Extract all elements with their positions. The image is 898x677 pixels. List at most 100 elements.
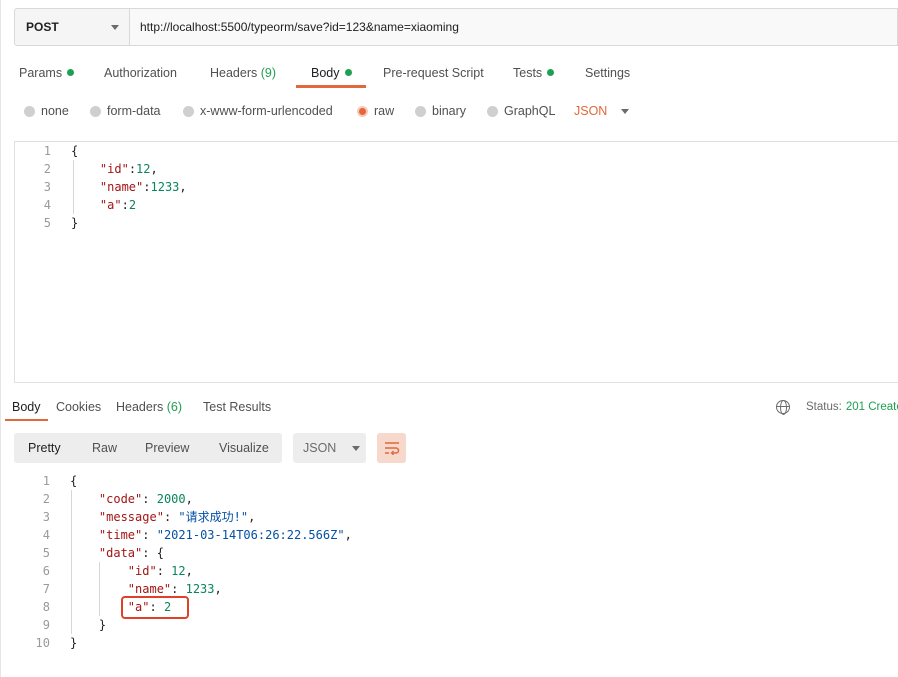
code-token: , bbox=[185, 492, 193, 506]
json-number: 1233 bbox=[185, 582, 215, 596]
response-status: Status: 201 Created bbox=[776, 398, 898, 416]
radio-none[interactable]: none bbox=[24, 100, 69, 122]
tab-label: Authorization bbox=[104, 66, 177, 80]
json-string: "2021-03-14T06:26:22.566Z" bbox=[156, 528, 345, 542]
json-key: "time" bbox=[98, 528, 143, 542]
view-pretty[interactable]: Pretty bbox=[28, 433, 61, 463]
json-key: "data" bbox=[98, 546, 143, 560]
tab-response-body[interactable]: Body bbox=[12, 395, 41, 421]
tab-authorization[interactable]: Authorization bbox=[104, 58, 177, 90]
code-line: } bbox=[70, 634, 77, 652]
view-visualize[interactable]: Visualize bbox=[219, 433, 269, 463]
tab-label: Pre-request Script bbox=[383, 66, 484, 80]
line-number: 1 bbox=[42, 474, 50, 488]
code-token: , bbox=[344, 528, 352, 542]
tab-params[interactable]: Params bbox=[19, 58, 75, 90]
url-input[interactable]: http://localhost:5500/typeorm/save?id=12… bbox=[130, 9, 897, 45]
radio-form-data[interactable]: form-data bbox=[90, 100, 161, 122]
radio-icon bbox=[183, 105, 194, 117]
json-number: 12 bbox=[171, 564, 186, 578]
status-dot-icon bbox=[67, 69, 75, 76]
request-body-editor[interactable]: 1{2 "id":12, 3 "name":1233, 4 "a":2 5} bbox=[14, 141, 898, 383]
radio-raw[interactable]: raw bbox=[357, 100, 394, 122]
body-format-select[interactable]: JSON bbox=[574, 100, 630, 122]
radio-graphql[interactable]: GraphQL bbox=[487, 100, 555, 122]
code-line: } bbox=[71, 214, 78, 232]
response-tabs: Body Cookies Headers (6) Test Results bbox=[0, 395, 898, 421]
tab-label: Headers bbox=[116, 400, 164, 414]
code-token: : bbox=[171, 582, 186, 596]
code-line: "a":2 bbox=[71, 196, 136, 214]
annotation-highlight-box bbox=[121, 596, 189, 619]
line-number: 7 bbox=[42, 582, 50, 596]
tab-response-headers[interactable]: Headers (6) bbox=[116, 395, 182, 421]
code-line: "message": "请求成功!", bbox=[70, 508, 255, 526]
tab-label: Params bbox=[19, 66, 63, 80]
json-key: "a" bbox=[99, 198, 122, 212]
tab-settings[interactable]: Settings bbox=[585, 58, 630, 90]
radio-icon bbox=[90, 105, 101, 117]
json-number: 12 bbox=[136, 162, 151, 176]
code-token: { bbox=[71, 144, 79, 158]
tab-count: (9) bbox=[260, 66, 277, 80]
code-token: , bbox=[185, 564, 193, 578]
tab-count: (6) bbox=[166, 400, 183, 414]
response-view-modes: Pretty Raw Preview Visualize bbox=[14, 433, 282, 463]
tab-label: Test Results bbox=[203, 400, 272, 414]
json-key: "name" bbox=[99, 180, 144, 194]
format-label: JSON bbox=[574, 104, 608, 118]
json-key: "id" bbox=[99, 162, 129, 176]
tab-test-results[interactable]: Test Results bbox=[203, 395, 271, 421]
line-number: 2 bbox=[42, 492, 50, 506]
view-raw[interactable]: Raw bbox=[92, 433, 117, 463]
code-token: : bbox=[163, 510, 179, 524]
tab-cookies[interactable]: Cookies bbox=[56, 395, 101, 421]
line-number: 6 bbox=[42, 564, 50, 578]
code-token: : bbox=[142, 528, 157, 542]
code-token: , bbox=[150, 162, 158, 176]
tab-tests[interactable]: Tests bbox=[513, 58, 555, 90]
code-token: } bbox=[98, 618, 107, 632]
code-line: "id": 12, bbox=[70, 562, 193, 580]
code-line: "name":1233, bbox=[71, 178, 187, 196]
json-key: "message" bbox=[98, 510, 164, 524]
tab-headers[interactable]: Headers (9) bbox=[210, 58, 276, 90]
json-key: "name" bbox=[127, 582, 172, 596]
tab-label: Body bbox=[311, 66, 340, 80]
view-preview[interactable]: Preview bbox=[145, 433, 189, 463]
wrap-lines-icon bbox=[384, 442, 399, 455]
status-value: 201 Created bbox=[845, 401, 898, 413]
radio-x-www-form-urlencoded[interactable]: x-www-form-urlencoded bbox=[183, 100, 333, 122]
wrap-lines-button[interactable] bbox=[377, 433, 406, 463]
tab-pre-request-script[interactable]: Pre-request Script bbox=[383, 58, 484, 90]
json-number: 2000 bbox=[156, 492, 186, 506]
code-token: : bbox=[121, 198, 129, 212]
radio-label: binary bbox=[432, 104, 467, 118]
line-number: 10 bbox=[35, 636, 50, 650]
request-tabs: Params Authorization Headers (9) Body Pr… bbox=[0, 58, 898, 90]
response-format-select[interactable]: JSON bbox=[293, 433, 366, 463]
code-line: "id":12, bbox=[71, 160, 158, 178]
radio-icon bbox=[24, 105, 35, 117]
globe-icon[interactable] bbox=[776, 400, 790, 415]
method-select[interactable]: POST bbox=[15, 9, 130, 45]
line-number: 9 bbox=[42, 618, 50, 632]
radio-binary[interactable]: binary bbox=[415, 100, 466, 122]
tab-label: Cookies bbox=[56, 400, 102, 414]
chevron-down-icon bbox=[621, 108, 630, 114]
line-number: 3 bbox=[43, 180, 51, 194]
url-text: http://localhost:5500/typeorm/save?id=12… bbox=[140, 20, 459, 34]
code-token: } bbox=[70, 636, 78, 650]
line-number: 4 bbox=[43, 198, 51, 212]
json-number: 1233 bbox=[150, 180, 180, 194]
tab-label: Tests bbox=[513, 66, 543, 80]
